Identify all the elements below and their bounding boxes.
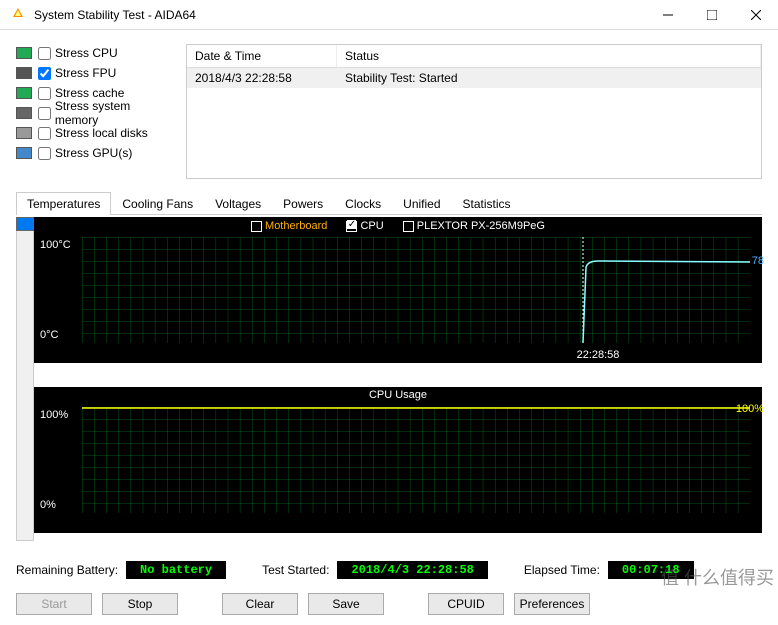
cpuid-button[interactable]: CPUID (428, 593, 504, 615)
stress-gpu-checkbox[interactable] (38, 147, 51, 160)
legend-label: Motherboard (265, 220, 327, 232)
battery-label: Remaining Battery: (16, 563, 118, 577)
stress-fpu-checkbox[interactable] (38, 67, 51, 80)
started-value: 2018/4/3 22:28:58 (337, 561, 487, 579)
y-axis-max: 100°C (40, 239, 71, 251)
cache-icon (16, 87, 32, 99)
tab-powers[interactable]: Powers (272, 192, 334, 215)
stress-label: Stress CPU (55, 46, 118, 60)
tab-cooling-fans[interactable]: Cooling Fans (111, 192, 204, 215)
stress-options: Stress CPU Stress FPU Stress cache Stres… (16, 44, 176, 179)
stress-label: Stress GPU(s) (55, 146, 132, 160)
stress-label: Stress FPU (55, 66, 116, 80)
cpu-icon (16, 47, 32, 59)
y-axis-min: 0°C (40, 329, 58, 341)
stress-cache-checkbox[interactable] (38, 87, 51, 100)
stress-row: Stress system memory (16, 104, 176, 122)
titlebar: System Stability Test - AIDA64 (0, 0, 778, 30)
preferences-button[interactable]: Preferences (514, 593, 590, 615)
watermark: 值 什么值得买 (661, 564, 774, 590)
close-button[interactable] (734, 0, 778, 30)
stress-label: Stress local disks (55, 126, 148, 140)
log-row[interactable]: 2018/4/3 22:28:58 Stability Test: Starte… (187, 68, 761, 88)
memory-icon (16, 107, 32, 119)
x-axis-marker: 22:28:58 (234, 349, 778, 361)
stress-row: Stress GPU(s) (16, 144, 176, 162)
stress-disk-checkbox[interactable] (38, 127, 51, 140)
stress-row: Stress CPU (16, 44, 176, 62)
stop-button[interactable]: Stop (102, 593, 178, 615)
window-title: System Stability Test - AIDA64 (34, 8, 646, 22)
tab-statistics[interactable]: Statistics (452, 192, 522, 215)
log-cell-status: Stability Test: Started (337, 68, 761, 88)
log-header-date[interactable]: Date & Time (187, 45, 337, 67)
legend-cpu-checkbox[interactable] (346, 221, 357, 232)
temperature-chart: Motherboard CPU PLEXTOR PX-256M9PeG 100°… (34, 217, 762, 363)
gpu-icon (16, 147, 32, 159)
legend-label: PLEXTOR PX-256M9PeG (417, 220, 545, 232)
battery-value: No battery (126, 561, 226, 579)
tabs: Temperatures Cooling Fans Voltages Power… (16, 191, 762, 215)
disk-icon (16, 127, 32, 139)
cpu-current-value: 100% (736, 403, 764, 415)
tab-temperatures[interactable]: Temperatures (16, 192, 111, 215)
tab-voltages[interactable]: Voltages (204, 192, 272, 215)
y-axis-min: 0% (40, 499, 56, 511)
elapsed-label: Elapsed Time: (524, 563, 600, 577)
cpu-usage-chart: CPU Usage 100% 0% 100% (34, 387, 762, 533)
stress-cpu-checkbox[interactable] (38, 47, 51, 60)
stress-label: Stress cache (55, 86, 124, 100)
log-header-status[interactable]: Status (337, 45, 761, 67)
legend-label: CPU (360, 220, 383, 232)
temp-current-value: 78 (752, 255, 764, 267)
chart-selector[interactable] (16, 217, 34, 541)
fpu-icon (16, 67, 32, 79)
log-table: Date & Time Status 2018/4/3 22:28:58 Sta… (186, 44, 762, 179)
cpu-chart-title: CPU Usage (34, 389, 762, 401)
start-button[interactable]: Start (16, 593, 92, 615)
app-icon (10, 7, 26, 23)
y-axis-max: 100% (40, 409, 68, 421)
log-cell-date: 2018/4/3 22:28:58 (187, 68, 337, 88)
log-empty (187, 88, 761, 178)
legend-plextor-checkbox[interactable] (403, 221, 414, 232)
legend-motherboard-checkbox[interactable] (251, 221, 262, 232)
started-label: Test Started: (262, 563, 329, 577)
save-button[interactable]: Save (308, 593, 384, 615)
tab-unified[interactable]: Unified (392, 192, 451, 215)
stress-label: Stress system memory (55, 99, 176, 127)
temp-legend: Motherboard CPU PLEXTOR PX-256M9PeG (34, 220, 762, 232)
minimize-button[interactable] (646, 0, 690, 30)
tab-clocks[interactable]: Clocks (334, 192, 392, 215)
stress-memory-checkbox[interactable] (38, 107, 51, 120)
clear-button[interactable]: Clear (222, 593, 298, 615)
stress-row: Stress FPU (16, 64, 176, 82)
maximize-button[interactable] (690, 0, 734, 30)
button-bar: Start Stop Clear Save CPUID Preferences (16, 593, 762, 615)
status-row: Remaining Battery: No battery Test Start… (16, 561, 762, 579)
